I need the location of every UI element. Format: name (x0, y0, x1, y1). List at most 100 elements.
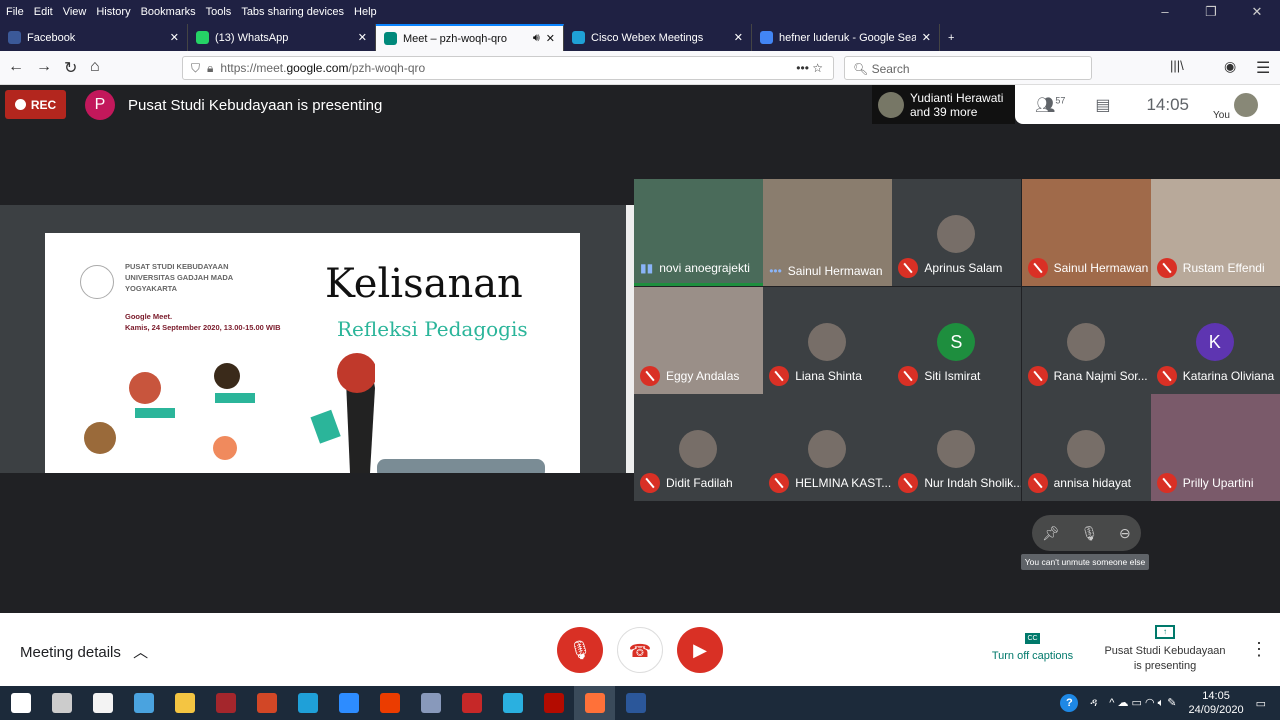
menu-help[interactable]: Help (354, 6, 377, 18)
people-button[interactable]: 👥︎57 (1035, 95, 1065, 115)
powerpoint-icon[interactable] (246, 686, 287, 720)
people-tray-icon[interactable]: ዳ (1090, 697, 1097, 710)
participant-tile[interactable]: Aprinus Salam (892, 179, 1022, 286)
remove-icon[interactable]: ⊖ (1119, 525, 1131, 542)
participant-tile[interactable]: annisa hidayat (1021, 394, 1151, 501)
participant-tile[interactable]: S Siti Ismirat (892, 286, 1022, 394)
participant-name: annisa hidayat (1053, 476, 1131, 490)
word-icon[interactable] (615, 686, 656, 720)
tab-3[interactable]: Cisco Webex Meetings ✕ (564, 24, 752, 51)
acrobat-icon[interactable] (533, 686, 574, 720)
task-view-icon[interactable] (41, 686, 82, 720)
mic-toggle-button[interactable]: 🎙︎ (557, 627, 603, 673)
self-avatar[interactable] (1233, 92, 1258, 117)
participant-tile[interactable]: ••• Sainul Hermawan (763, 179, 893, 286)
new-tab-button[interactable]: + (940, 24, 970, 51)
speaker-icon[interactable]: 🔊︎ (533, 32, 540, 45)
participant-tile[interactable]: ▮▮ novi anoegrajekti (634, 179, 763, 286)
pc-icon[interactable] (123, 686, 164, 720)
participant-tile[interactable]: Rana Najmi Sor... (1021, 286, 1151, 394)
slide-scrollbar[interactable] (626, 205, 634, 473)
edge-icon[interactable] (287, 686, 328, 720)
participant-tile[interactable]: Sainul Hermawan (1021, 179, 1151, 286)
meet-bottom-bar: Meeting details ︿ 🎙︎ ☎︎ ▶︎ CC Turn off ca… (0, 613, 1280, 686)
participant-tile[interactable]: Rustam Effendi (1150, 179, 1280, 286)
tray-clock[interactable]: 14:05 24/09/2020 (1189, 689, 1244, 717)
webex-icon[interactable] (492, 686, 533, 720)
muted-mic-icon (1156, 365, 1177, 386)
participant-tile[interactable]: Nur Indah Sholik... (892, 394, 1022, 501)
tab-1[interactable]: (13) WhatsApp ✕ (188, 24, 376, 51)
meet-stage: REC P Pusat Studi Kebudayaan is presenti… (0, 85, 1280, 613)
minimize-button[interactable]: – (1142, 0, 1188, 24)
menu-bookmarks[interactable]: Bookmarks (141, 6, 196, 18)
tab-2[interactable]: Meet – pzh-woqh-qro 🔊︎ ✕ (376, 24, 564, 51)
close-window-button[interactable]: ✕ (1234, 0, 1280, 24)
office-icon[interactable] (369, 686, 410, 720)
close-tab-icon[interactable]: ✕ (734, 31, 743, 44)
scanner-icon[interactable] (410, 686, 451, 720)
mendeley-icon[interactable] (205, 686, 246, 720)
file-explorer-icon[interactable] (164, 686, 205, 720)
close-tab-icon[interactable]: ✕ (922, 31, 931, 44)
zoom-icon[interactable] (328, 686, 369, 720)
pin-icon[interactable]: 📌︎ (1042, 525, 1060, 542)
help-icon[interactable]: ? (1060, 694, 1079, 712)
firefox-icon[interactable] (574, 686, 615, 720)
leave-call-button[interactable]: ☎︎ (617, 627, 663, 673)
library-icon[interactable]: |||\ (1170, 58, 1184, 73)
menu-edit[interactable]: Edit (34, 6, 53, 18)
present-button[interactable]: ↑ Pusat Studi Kebudayaan is presenting (1100, 625, 1230, 674)
tooltip: You can't unmute someone else (1021, 554, 1149, 570)
menu-file[interactable]: File (6, 6, 24, 18)
participant-name: HELMINA KAST... (795, 476, 892, 490)
participant-tile[interactable]: Liana Shinta (763, 286, 893, 394)
account-icon[interactable]: ◉ (1224, 58, 1236, 75)
meet-icon (384, 32, 397, 45)
speaker-name: Yudianti Herawati (910, 90, 1004, 105)
tab-strip: Facebook ✕ (13) WhatsApp ✕ Meet – pzh-woqh-q… (0, 24, 1280, 51)
participant-tile[interactable]: Eggy Andalas (634, 286, 763, 394)
menu-tools[interactable]: Tools (206, 6, 232, 18)
reload-button[interactable]: ↻ (64, 58, 77, 78)
close-tab-icon[interactable]: ✕ (170, 31, 179, 44)
start-icon[interactable] (0, 686, 41, 720)
captions-button[interactable]: CC Turn off captions (985, 631, 1080, 662)
home-button[interactable]: ⌂ (90, 58, 100, 76)
tab-title: hefner luderuk - Google Search (779, 31, 916, 44)
search-input[interactable]: 🔍︎ Search (844, 56, 1092, 80)
close-tab-icon[interactable]: ✕ (546, 32, 555, 45)
back-button[interactable]: ← (8, 58, 24, 76)
close-tab-icon[interactable]: ✕ (358, 31, 367, 44)
menu-tabs-sharing-devices[interactable]: Tabs sharing devices (241, 6, 344, 18)
hamburger-menu-icon[interactable]: ☰ (1256, 58, 1270, 78)
tab-title: Facebook (27, 31, 76, 44)
participant-tile[interactable]: HELMINA KAST... (763, 394, 893, 501)
forward-button[interactable]: → (36, 58, 52, 76)
tray-icons[interactable]: ^ ☁ ▭ ◠ 🔈︎ ✎ (1109, 696, 1176, 710)
participant-name: Eggy Andalas (666, 368, 740, 383)
participant-tile[interactable]: Prilly Upartini (1150, 394, 1280, 501)
url-bar[interactable]: ⛉ 🔒︎ https://meet.google.com/pzh-woqh-qro… (182, 56, 834, 80)
presenter-name-banner (377, 459, 545, 473)
participant-tile[interactable]: K Katarina Oliviana (1150, 286, 1280, 394)
meeting-details-button[interactable]: Meeting details ︿ (20, 641, 148, 662)
menu-history[interactable]: History (96, 6, 130, 18)
downloader-icon[interactable] (451, 686, 492, 720)
camera-toggle-button[interactable]: ▶︎ (677, 627, 723, 673)
menu-view[interactable]: View (63, 6, 87, 18)
search-placeholder: Search (871, 62, 910, 76)
more-options-icon[interactable]: ⋮ (1250, 639, 1268, 660)
participant-tile[interactable]: Didit Fadilah (634, 394, 763, 501)
speaker-avatar (878, 91, 904, 118)
chat-button[interactable]: ▤ (1095, 95, 1110, 115)
tab-0[interactable]: Facebook ✕ (0, 24, 188, 51)
tab-4[interactable]: hefner luderuk - Google Search ✕ (752, 24, 940, 51)
page-actions-icon[interactable]: ••• ☆ (796, 61, 823, 75)
participant-name: Aprinus Salam (924, 261, 1003, 275)
store-icon[interactable] (82, 686, 123, 720)
webex-icon (572, 31, 585, 44)
menu-bar: File Edit View History Bookmarks Tools Tabs sh… (0, 0, 1280, 24)
restore-button[interactable]: ❐ (1188, 0, 1234, 24)
notifications-icon[interactable]: ▭ (1256, 697, 1266, 710)
